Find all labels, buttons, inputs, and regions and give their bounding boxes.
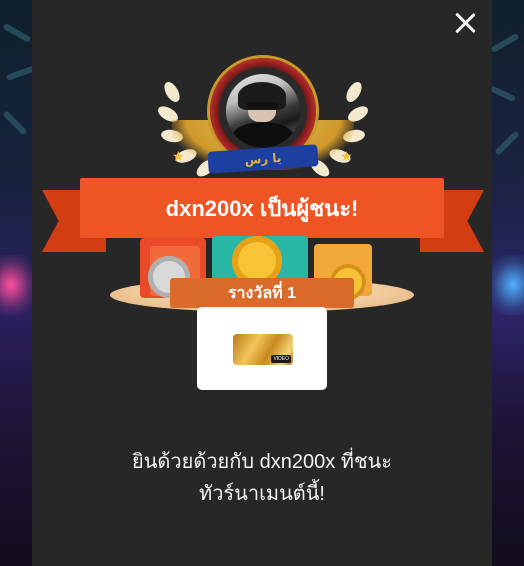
- avatar-glasses: [246, 102, 278, 109]
- star-icon: ★: [172, 149, 185, 165]
- winner-banner-text: dxn200x เป็นผู้ชนะ!: [165, 195, 359, 221]
- background-neon-glow: [488, 255, 524, 315]
- prize-thumbnail[interactable]: VIDEO: [233, 334, 293, 365]
- background-palm-leaf: [494, 130, 520, 156]
- congratulations-line: ทัวร์นาเมนต์นี้!: [199, 483, 325, 505]
- background-palm-leaf: [2, 110, 28, 136]
- prize-rank-label: รางวัลที่ 1: [170, 278, 354, 308]
- close-icon[interactable]: [450, 8, 480, 38]
- video-badge: VIDEO: [271, 355, 291, 363]
- background-palm-leaf: [2, 22, 32, 44]
- avatar: [226, 74, 300, 148]
- background-neon-glow: [0, 255, 36, 315]
- background-palm-leaf: [490, 32, 520, 54]
- avatar-body: [232, 122, 294, 148]
- star-icon: ★: [340, 149, 353, 165]
- prize-card[interactable]: VIDEO: [197, 307, 327, 390]
- winner-banner: dxn200x เป็นผู้ชนะ!: [80, 178, 444, 238]
- congratulations-message: ยินด้วยด้วยกับ dxn200x ที่ชนะ ทัวร์นาเมน…: [60, 446, 464, 510]
- congratulations-line: ยินด้วยด้วยกับ dxn200x ที่ชนะ: [132, 451, 392, 473]
